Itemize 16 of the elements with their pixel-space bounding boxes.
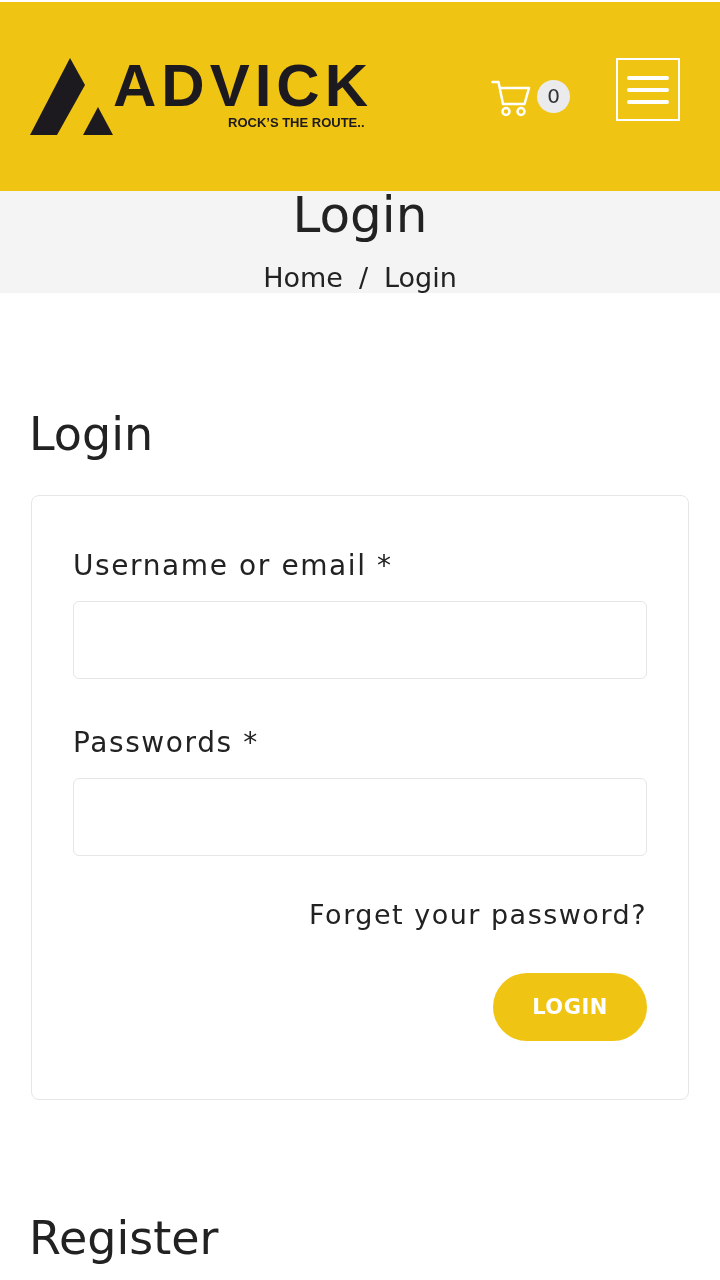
section-heading: Register xyxy=(29,1210,219,1266)
brand-name: ADVICK xyxy=(113,61,373,111)
menu-icon xyxy=(627,75,669,104)
section-heading: Login xyxy=(29,406,154,462)
input-field[interactable] xyxy=(73,601,647,679)
input-field[interactable] xyxy=(73,778,647,856)
field-label: Username or email * xyxy=(73,549,393,583)
forgot-password-link[interactable]: Forget your password? xyxy=(309,898,647,932)
menu-button[interactable] xyxy=(616,58,680,121)
breadcrumb-link[interactable]: Home xyxy=(263,263,343,293)
cart-count-badge: 0 xyxy=(537,80,570,113)
field-label: Passwords * xyxy=(73,726,259,760)
brand-tagline: ROCK’S THE ROUTE.. xyxy=(228,116,365,130)
breadcrumb-current: Login xyxy=(384,263,457,293)
logo-mark-icon xyxy=(30,58,113,135)
breadcrumb-separator: / xyxy=(358,263,368,293)
